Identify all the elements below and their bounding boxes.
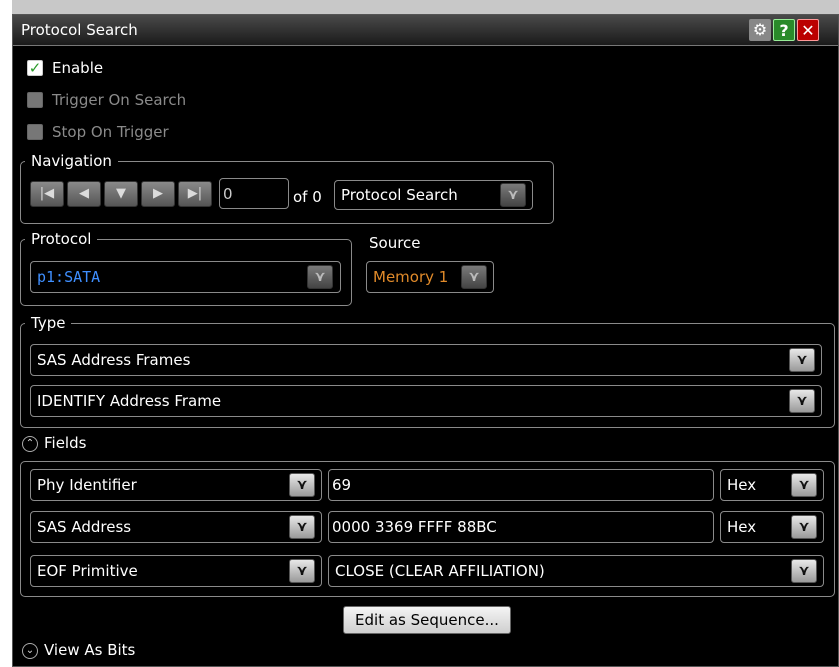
next-result-icon[interactable]: ▶ <box>141 181 175 207</box>
protocol-select[interactable]: p1:SATA ⋎ <box>30 261 341 293</box>
type-legend: Type <box>31 314 66 332</box>
title-bar[interactable]: Protocol Search ⚙ ? ✕ <box>13 15 838 46</box>
protocol-value: p1:SATA <box>37 268 101 286</box>
view-as-bits-label[interactable]: View As Bits <box>44 641 135 659</box>
stop-on-trigger-label: Stop On Trigger <box>52 123 169 141</box>
first-result-icon[interactable]: |◀ <box>30 181 64 207</box>
chevron-down-icon[interactable]: ⋎ <box>461 265 487 289</box>
field-value-text: 69 <box>332 476 352 494</box>
chevron-down-icon[interactable]: ⋎ <box>307 265 333 289</box>
chevron-down-icon[interactable]: ⋎ <box>500 183 526 207</box>
source-value: Memory 1 <box>373 268 449 286</box>
chevron-down-icon[interactable]: ⋎ <box>789 348 815 372</box>
close-icon[interactable]: ✕ <box>797 19 819 41</box>
field-name-value: Phy Identifier <box>37 476 137 494</box>
protocol-legend: Protocol <box>31 230 92 248</box>
field-format-select[interactable]: Hex ⋎ <box>720 469 824 501</box>
stop-on-trigger-checkbox[interactable] <box>27 124 43 140</box>
chevron-down-icon[interactable]: ⋎ <box>789 389 815 413</box>
enable-checkbox[interactable]: ✓ <box>27 60 43 76</box>
field-format-select[interactable]: Hex ⋎ <box>720 511 824 543</box>
field-name-value: EOF Primitive <box>37 562 138 580</box>
down-result-icon[interactable]: ▼ <box>104 181 138 207</box>
frame-select[interactable]: IDENTIFY Address Frame ⋎ <box>30 385 822 417</box>
field-value-text: CLOSE (CLEAR AFFILIATION) <box>335 562 545 580</box>
field-name-select[interactable]: SAS Address ⋎ <box>30 511 322 543</box>
settings-gear-icon[interactable]: ⚙ <box>749 19 771 41</box>
source-select[interactable]: Memory 1 ⋎ <box>366 261 494 293</box>
navigation-index-value: 0 <box>223 184 233 203</box>
field-name-select[interactable]: Phy Identifier ⋎ <box>30 469 322 501</box>
navigation-buttons: |◀ ◀ ▼ ▶ ▶| <box>30 181 220 207</box>
last-result-icon[interactable]: ▶| <box>178 181 212 207</box>
help-icon[interactable]: ? <box>773 19 795 41</box>
chevron-down-icon[interactable]: ⋎ <box>791 559 817 583</box>
navigation-index-input[interactable]: 0 <box>219 178 289 209</box>
dialog-title: Protocol Search <box>21 21 138 39</box>
source-label: Source <box>369 234 421 252</box>
chevron-down-icon[interactable]: ⋎ <box>791 473 817 497</box>
navigation-legend: Navigation <box>31 152 112 170</box>
trigger-on-search-label: Trigger On Search <box>52 91 187 109</box>
navigation-target-value: Protocol Search <box>341 186 458 204</box>
field-value-text: 0000 3369 FFFF 88BC <box>332 518 497 536</box>
field-name-value: SAS Address <box>37 518 132 536</box>
protocol-search-dialog: Protocol Search ⚙ ? ✕ ✓ Enable Trigger O… <box>12 14 839 667</box>
enable-label: Enable <box>52 59 104 77</box>
frame-type-select[interactable]: SAS Address Frames ⋎ <box>30 344 822 376</box>
previous-result-icon[interactable]: ◀ <box>67 181 101 207</box>
chevron-down-icon[interactable]: ⋎ <box>791 515 817 539</box>
collapse-fields-icon[interactable]: ⌃ <box>22 436 38 452</box>
chevron-down-icon[interactable]: ⋎ <box>289 515 315 539</box>
field-value-select[interactable]: CLOSE (CLEAR AFFILIATION) ⋎ <box>328 555 824 587</box>
field-value-input[interactable]: 0000 3369 FFFF 88BC <box>328 511 714 543</box>
field-format-value: Hex <box>727 518 757 536</box>
trigger-on-search-checkbox[interactable] <box>27 92 43 108</box>
chevron-down-icon[interactable]: ⋎ <box>289 559 315 583</box>
navigation-of-label: of 0 <box>293 188 322 206</box>
frame-value: IDENTIFY Address Frame <box>37 392 222 410</box>
chevron-down-icon[interactable]: ⋎ <box>289 473 315 497</box>
field-format-value: Hex <box>727 476 757 494</box>
background-strip <box>0 0 12 667</box>
frame-type-value: SAS Address Frames <box>37 351 191 369</box>
navigation-target-select[interactable]: Protocol Search ⋎ <box>334 180 533 210</box>
expand-view-as-bits-icon[interactable]: ⌄ <box>22 643 38 659</box>
fields-label[interactable]: Fields <box>44 434 86 452</box>
field-name-select[interactable]: EOF Primitive ⋎ <box>30 555 322 587</box>
field-value-input[interactable]: 69 <box>328 469 714 501</box>
edit-as-sequence-button[interactable]: Edit as Sequence... <box>343 606 511 634</box>
